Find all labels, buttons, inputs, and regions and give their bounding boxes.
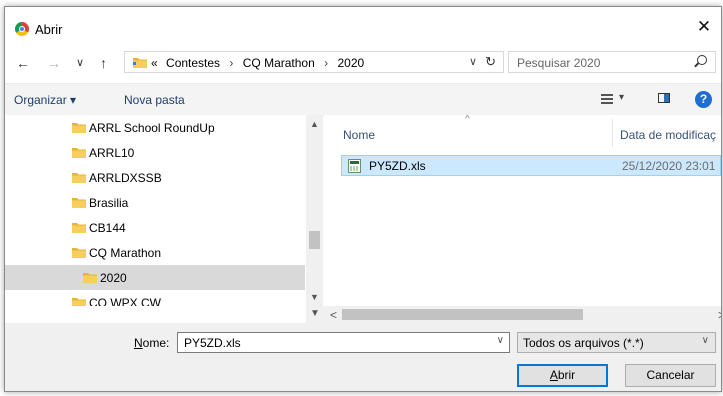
tree-item-cq-wpx-cw[interactable]: CQ WPX CW xyxy=(5,290,305,306)
tree-item-cb144[interactable]: CB144 xyxy=(5,215,305,240)
refresh-icon[interactable]: ↻ xyxy=(485,54,496,70)
breadcrumb-overflow[interactable]: « xyxy=(151,56,158,70)
folder-icon xyxy=(83,273,97,283)
folder-icon xyxy=(72,123,86,133)
up-button[interactable]: ↑ xyxy=(100,56,107,70)
tree-item-brasilia[interactable]: Brasilia xyxy=(5,190,305,215)
breadcrumb-separator[interactable]: › xyxy=(324,56,328,70)
tree-item-label: ARRLDXSSB xyxy=(89,171,162,185)
tree-item-label: CB144 xyxy=(89,221,126,235)
scroll-down-icon[interactable]: ▼ xyxy=(310,292,319,302)
dialog-title: Abrir xyxy=(35,22,63,37)
address-dropdown-icon[interactable]: ∨ xyxy=(469,55,477,68)
file-name: PY5ZD.xls xyxy=(369,159,426,173)
search-icon[interactable] xyxy=(697,55,707,65)
tree-vertical-scrollbar[interactable]: ▲ ▼ xyxy=(306,115,323,306)
column-header-name[interactable]: Nome xyxy=(343,128,375,142)
open-button-accesskey: A xyxy=(549,368,558,382)
file-date: 25/12/2020 23:01 xyxy=(622,159,716,173)
scrollbar-thumb[interactable] xyxy=(309,231,320,249)
file-name-label: Nome: xyxy=(134,336,169,350)
forward-button[interactable]: → xyxy=(47,56,61,70)
breadcrumb: « Contestes › CQ Marathon › 2020 xyxy=(151,56,364,70)
scroll-left-icon[interactable]: < xyxy=(330,308,337,322)
folder-icon xyxy=(72,223,86,233)
file-type-value: Todos os arquivos (*.*) xyxy=(523,336,644,350)
folder-icon xyxy=(72,173,86,183)
file-name-label-accesskey: N xyxy=(134,336,143,350)
back-button[interactable]: ← xyxy=(16,56,30,70)
search-box[interactable]: Pesquisar 2020 xyxy=(508,51,716,73)
address-bar[interactable]: « Contestes › CQ Marathon › 2020 ∨ ↻ xyxy=(124,51,504,73)
column-header-date-modified[interactable]: Data de modificaç xyxy=(620,128,716,142)
sort-indicator-icon: ^ xyxy=(465,115,470,125)
file-name-combobox[interactable]: ∨ xyxy=(177,332,510,353)
breadcrumb-cq-marathon[interactable]: CQ Marathon xyxy=(243,56,315,70)
title-bar: Abrir ✕ xyxy=(5,7,721,47)
scroll-right-icon[interactable]: > xyxy=(718,308,721,322)
file-type-dropdown-icon[interactable]: ∨ xyxy=(702,335,709,346)
open-button-label: brir xyxy=(557,368,576,382)
tree-item-label: ARRL10 xyxy=(89,146,135,160)
preview-pane-icon[interactable] xyxy=(658,93,670,103)
folder-icon xyxy=(133,58,147,68)
tree-item-arrldxssb[interactable]: ARRLDXSSB xyxy=(5,165,305,190)
search-placeholder: Pesquisar 2020 xyxy=(517,56,601,70)
command-bar: Organizar ▾ Nova pasta ▾ ? xyxy=(5,83,721,117)
view-dropdown-icon[interactable]: ▾ xyxy=(619,92,624,103)
file-list-horizontal-scrollbar[interactable]: < > xyxy=(324,306,721,323)
cancel-button[interactable]: Cancelar xyxy=(625,364,716,387)
open-file-dialog: Abrir ✕ ← → ∨ ↑ « Contestes › CQ Maratho… xyxy=(4,6,722,392)
breadcrumb-contestes[interactable]: Contestes xyxy=(166,56,220,70)
tree-item-label: CQ WPX CW xyxy=(89,296,161,306)
tree-item-arrl10[interactable]: ARRL10 xyxy=(5,140,305,165)
tree-item-label: ARRL School RoundUp xyxy=(89,121,215,135)
navigation-tree: ARRL School RoundUp ARRL10 ARRLDXSSB Bra… xyxy=(5,115,323,306)
file-row[interactable]: PY5ZD.xls 25/12/2020 23:01 xyxy=(341,155,721,176)
close-button[interactable]: ✕ xyxy=(695,18,713,36)
folder-icon xyxy=(72,148,86,158)
tree-item-arrl-school-roundup[interactable]: ARRL School RoundUp xyxy=(5,115,305,140)
tree-item-cq-marathon[interactable]: CQ Marathon xyxy=(5,240,305,265)
folder-icon xyxy=(72,298,86,306)
help-icon[interactable]: ? xyxy=(695,91,712,108)
tree-item-2020[interactable]: 2020 xyxy=(5,265,305,290)
tree-item-label: CQ Marathon xyxy=(89,246,162,260)
organize-button[interactable]: Organizar ▾ xyxy=(14,93,76,107)
column-divider[interactable] xyxy=(612,119,613,147)
file-name-input[interactable] xyxy=(182,335,486,351)
new-folder-button[interactable]: Nova pasta xyxy=(124,93,185,107)
breadcrumb-2020[interactable]: 2020 xyxy=(337,56,364,70)
breadcrumb-separator[interactable]: › xyxy=(229,56,233,70)
open-button[interactable]: Abrir xyxy=(517,364,608,387)
folder-icon xyxy=(72,198,86,208)
scroll-corner: ▼ xyxy=(306,306,324,323)
tree-item-label: Brasilia xyxy=(89,196,129,210)
excel-file-icon xyxy=(348,159,361,173)
column-headers: ^ Nome Data de modificaç xyxy=(324,115,721,151)
dialog-footer: Nome: ∨ Todos os arquivos (*.*) ∨ Abrir … xyxy=(5,323,721,391)
file-name-label-text: ome: xyxy=(142,336,170,350)
scroll-up-icon[interactable]: ▲ xyxy=(310,119,319,129)
folder-icon xyxy=(72,248,86,258)
chrome-icon xyxy=(15,22,29,36)
recent-locations-button[interactable]: ∨ xyxy=(76,56,84,70)
tree-item-label: 2020 xyxy=(100,271,127,285)
file-name-dropdown-icon[interactable]: ∨ xyxy=(497,335,504,346)
file-list: ^ Nome Data de modificaç PY5ZD.xls 25/12… xyxy=(324,115,721,306)
view-options-icon[interactable] xyxy=(601,92,615,106)
file-type-select[interactable]: Todos os arquivos (*.*) ∨ xyxy=(517,332,716,353)
scroll-down-icon[interactable]: ▼ xyxy=(310,308,320,319)
scrollbar-thumb[interactable] xyxy=(342,309,583,320)
